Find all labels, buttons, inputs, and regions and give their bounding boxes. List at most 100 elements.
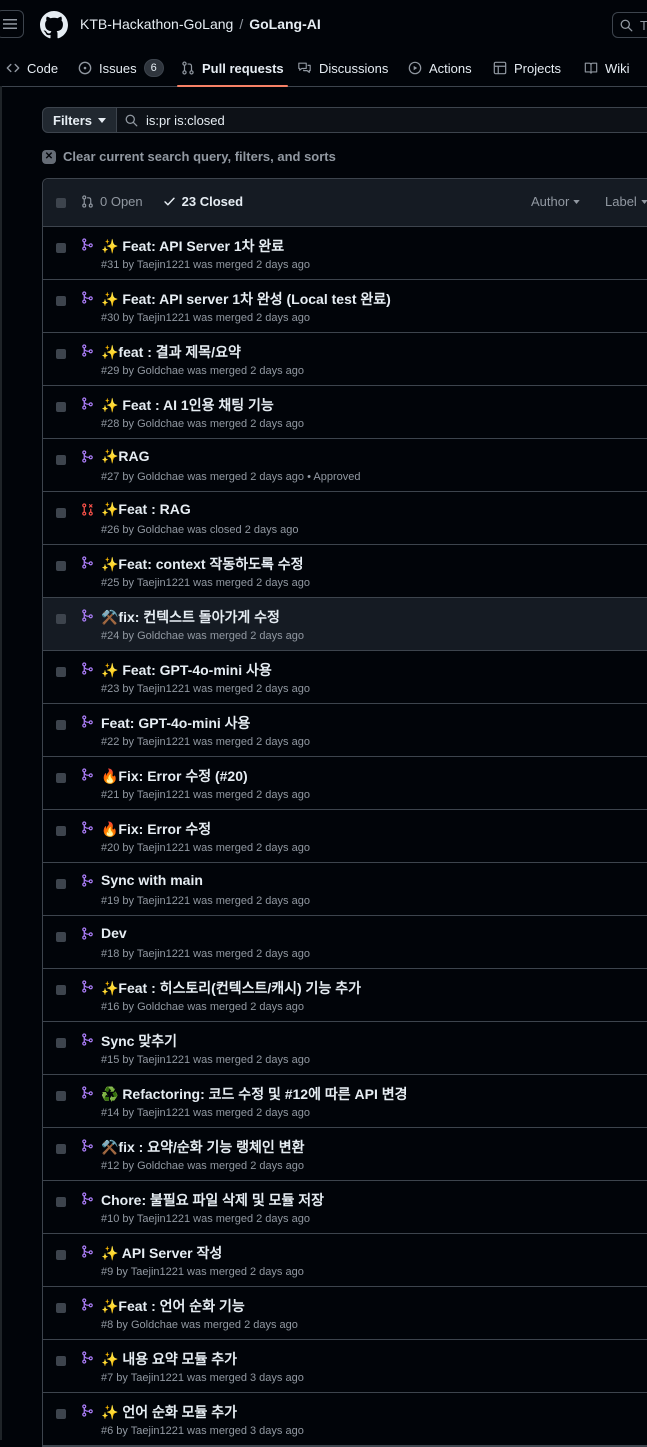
tab-code[interactable]: Code <box>6 57 58 79</box>
merged-icon <box>82 1245 93 1258</box>
pr-title-link[interactable]: ✨Feat : 언어 순화 기능 <box>101 1296 245 1316</box>
pr-title-link[interactable]: ✨Feat: context 작동하도록 수정 <box>101 554 304 574</box>
pr-title-link[interactable]: ✨ Feat: GPT-4o-mini 사용 <box>101 660 272 680</box>
pr-select-checkbox[interactable] <box>56 1038 66 1048</box>
pr-row[interactable]: Sync with main #19 by Taejin1221 was merg… <box>43 863 647 916</box>
pr-select-checkbox[interactable] <box>56 614 66 624</box>
pr-select-checkbox[interactable] <box>56 1144 66 1154</box>
pr-select-checkbox[interactable] <box>56 773 66 783</box>
github-logo-icon[interactable] <box>40 11 68 39</box>
merged-icon <box>82 291 93 304</box>
pr-select-checkbox[interactable] <box>56 561 66 571</box>
pr-select-checkbox[interactable] <box>56 667 66 677</box>
tab-actions[interactable]: Actions <box>408 57 472 79</box>
pr-select-checkbox[interactable] <box>56 1250 66 1260</box>
pr-title-link[interactable]: Sync with main <box>101 872 203 888</box>
pr-select-checkbox[interactable] <box>56 1197 66 1207</box>
pr-meta: #18 by Taejin1221 was merged 2 days ago <box>101 948 310 960</box>
pr-row[interactable]: Chore: 불필요 파일 삭제 및 모듈 저장 #10 by Taejin122… <box>43 1181 647 1234</box>
pr-state <box>81 556 94 572</box>
pr-row[interactable]: ✨Feat: context 작동하도록 수정 #25 by Taejin1221… <box>43 545 647 598</box>
pr-title-link[interactable]: Sync 맞추기 <box>101 1031 177 1051</box>
pr-row[interactable]: ✨RAG #27 by Goldchae was merged 2 days ag… <box>43 439 647 492</box>
filter-bar: Filters is:pr is:closed <box>42 107 647 133</box>
pr-title-link[interactable]: ✨ Feat: API server 1차 완성 (Local test 완료) <box>101 289 391 309</box>
pr-row[interactable]: ⚒️fix : 요약/순화 기능 랭체인 변환 #12 by Goldchae w… <box>43 1128 647 1181</box>
owner-link[interactable]: KTB-Hackathon-GoLang <box>80 16 233 32</box>
pr-row[interactable]: Dev #18 by Taejin1221 was merged 2 days a… <box>43 916 647 969</box>
pr-title-link[interactable]: ✨feat : 결과 제목/요약 <box>101 342 241 362</box>
label-filter-dropdown[interactable]: Label <box>605 194 647 209</box>
pr-title-link[interactable]: ⚒️fix: 컨텍스트 돌아가게 수정 <box>101 607 280 627</box>
open-filter-link[interactable]: 0 Open <box>81 194 143 209</box>
pr-select-checkbox[interactable] <box>56 296 66 306</box>
pr-select-checkbox[interactable] <box>56 402 66 412</box>
pr-select-checkbox[interactable] <box>56 455 66 465</box>
pr-row[interactable]: ⚒️fix: 컨텍스트 돌아가게 수정 #24 by Goldchae was m… <box>43 598 647 651</box>
pr-meta: #23 by Taejin1221 was merged 2 days ago <box>101 683 310 695</box>
search-input[interactable]: is:pr is:closed <box>117 107 647 133</box>
tab-wiki[interactable]: Wiki <box>584 57 630 79</box>
pr-row[interactable]: ✨ Feat : AI 1인용 채팅 기능 #28 by Goldchae was… <box>43 386 647 439</box>
pr-row[interactable]: ✨Feat : 히스토리(컨텍스트/캐시) 기능 추가 #16 by Goldch… <box>43 969 647 1022</box>
pr-select-checkbox[interactable] <box>56 243 66 253</box>
global-search-button[interactable]: T <box>612 12 647 38</box>
pr-select-checkbox[interactable] <box>56 932 66 942</box>
pr-title-link[interactable]: ✨ API Server 작성 <box>101 1243 222 1263</box>
pr-row[interactable]: ✨ 언어 순화 모듈 추가 #6 by Taejin1221 was merged… <box>43 1393 647 1446</box>
hamburger-menu-button[interactable] <box>0 10 24 38</box>
tab-discussions[interactable]: Discussions <box>297 57 388 79</box>
filters-dropdown-button[interactable]: Filters <box>42 107 118 133</box>
pr-select-checkbox[interactable] <box>56 349 66 359</box>
pr-title-link[interactable]: ♻️ Refactoring: 코드 수정 및 #12에 따른 API 변경 <box>101 1084 408 1104</box>
pr-title-link[interactable]: ✨RAG <box>101 448 150 465</box>
clear-filters-link[interactable]: ✕ Clear current search query, filters, a… <box>42 149 336 164</box>
tab-pull-requests[interactable]: Pull requests <box>177 57 288 87</box>
pr-title-link[interactable]: ✨ 내용 요약 모듈 추가 <box>101 1349 237 1369</box>
pr-row[interactable]: ✨ API Server 작성 #9 by Taejin1221 was merg… <box>43 1234 647 1287</box>
pr-meta: #14 by Taejin1221 was merged 2 days ago <box>101 1107 310 1119</box>
pr-title-link[interactable]: 🔥Fix: Error 수정 <box>101 819 211 839</box>
author-filter-dropdown[interactable]: Author <box>531 194 581 209</box>
pr-row[interactable]: Feat: GPT-4o-mini 사용 #22 by Taejin1221 wa… <box>43 704 647 757</box>
pr-select-checkbox[interactable] <box>56 1303 66 1313</box>
pr-select-checkbox[interactable] <box>56 1091 66 1101</box>
pr-title-link[interactable]: ✨Feat : RAG <box>101 501 191 518</box>
pr-select-checkbox[interactable] <box>56 508 66 518</box>
pr-select-checkbox[interactable] <box>56 1356 66 1366</box>
pr-select-checkbox[interactable] <box>56 985 66 995</box>
pr-row[interactable]: ✨Feat : 언어 순화 기능 #8 by Goldchae was merge… <box>43 1287 647 1340</box>
pr-row[interactable]: ✨ 내용 요약 모듈 추가 #7 by Taejin1221 was merged… <box>43 1340 647 1393</box>
pr-row[interactable]: ♻️ Refactoring: 코드 수정 및 #12에 따른 API 변경 #1… <box>43 1075 647 1128</box>
pr-title-link[interactable]: Dev <box>101 925 127 941</box>
pr-row[interactable]: 🔥Fix: Error 수정 (#20) #21 by Taejin1221 wa… <box>43 757 647 810</box>
pr-title-link[interactable]: ⚒️fix : 요약/순화 기능 랭체인 변환 <box>101 1137 304 1157</box>
pr-row[interactable]: ✨feat : 결과 제목/요약 #29 by Goldchae was merg… <box>43 333 647 386</box>
pr-row[interactable]: ✨ Feat: GPT-4o-mini 사용 #23 by Taejin1221 … <box>43 651 647 704</box>
pr-row[interactable]: Sync 맞추기 #15 by Taejin1221 was merged 2 d… <box>43 1022 647 1075</box>
repo-link[interactable]: GoLang-AI <box>249 16 321 32</box>
pr-row[interactable]: ✨Feat : RAG #26 by Goldchae was closed 2 … <box>43 492 647 545</box>
merged-icon <box>82 1404 93 1417</box>
pr-title-link[interactable]: ✨Feat : 히스토리(컨텍스트/캐시) 기능 추가 <box>101 978 361 998</box>
pr-state <box>81 980 94 996</box>
pr-select-checkbox[interactable] <box>56 879 66 889</box>
pr-title-link[interactable]: ✨ 언어 순화 모듈 추가 <box>101 1402 237 1422</box>
closed-filter-link[interactable]: 23 Closed <box>163 194 243 209</box>
search-query-value: is:pr is:closed <box>146 112 225 128</box>
pr-row[interactable]: ✨ Feat: API server 1차 완성 (Local test 완료)… <box>43 280 647 333</box>
pr-row[interactable]: 🔥Fix: Error 수정 #20 by Taejin1221 was merg… <box>43 810 647 863</box>
pr-select-checkbox[interactable] <box>56 826 66 836</box>
pr-select-checkbox[interactable] <box>56 1409 66 1419</box>
pr-title-link[interactable]: Feat: GPT-4o-mini 사용 <box>101 713 250 733</box>
select-all-checkbox[interactable] <box>56 198 66 208</box>
tab-issues[interactable]: Issues 6 <box>78 57 164 79</box>
pr-title-link[interactable]: Chore: 불필요 파일 삭제 및 모듈 저장 <box>101 1190 324 1210</box>
tab-projects[interactable]: Projects <box>493 57 561 79</box>
pr-title-link[interactable]: ✨ Feat : AI 1인용 채팅 기능 <box>101 395 274 415</box>
pr-title-link[interactable]: 🔥Fix: Error 수정 (#20) <box>101 766 248 786</box>
pr-meta: #24 by Goldchae was merged 2 days ago <box>101 630 305 642</box>
pr-select-checkbox[interactable] <box>56 720 66 730</box>
pr-row[interactable]: ✨ Feat: API Server 1차 완료 #31 by Taejin122… <box>43 227 647 280</box>
pr-title-link[interactable]: ✨ Feat: API Server 1차 완료 <box>101 236 284 256</box>
